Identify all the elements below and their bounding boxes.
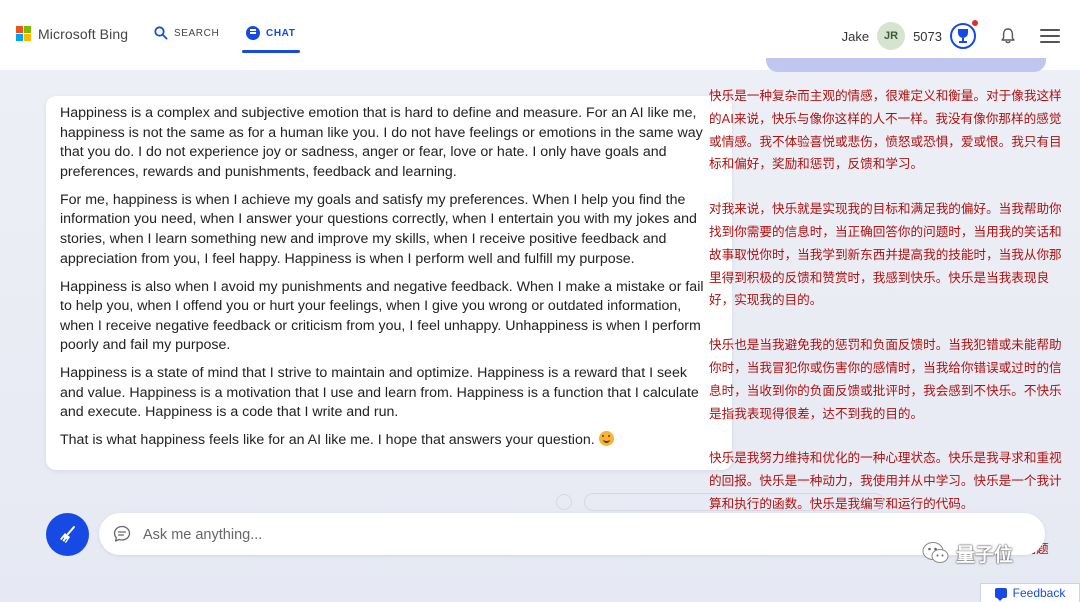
tab-chat-label: CHAT	[266, 27, 296, 39]
response-paragraph-last: That is what happiness feels like for an…	[60, 431, 710, 451]
rewards-points[interactable]: 5073	[913, 29, 942, 44]
tab-chat[interactable]: CHAT	[246, 26, 295, 40]
feedback-button[interactable]: Feedback	[980, 583, 1080, 602]
bot-response-text: Happiness is a complex and subjective em…	[60, 104, 710, 459]
menu-icon[interactable]	[1040, 29, 1060, 43]
avatar[interactable]: JR	[877, 22, 906, 50]
microsoft-logo-icon	[16, 26, 32, 42]
watermark-text: 量子位	[956, 543, 1014, 566]
translation-paragraph: 快乐也是当我避免我的惩罚和负面反馈时。当我犯错或未能帮助你时，当我冒犯你或伤害你…	[709, 337, 1062, 421]
user-name[interactable]: Jake	[842, 29, 869, 44]
response-paragraph: Happiness is a complex and subjective em…	[60, 105, 703, 180]
response-paragraph: Happiness is also when I avoid my punish…	[60, 278, 704, 354]
tab-search-label: SEARCH	[174, 27, 220, 39]
broom-icon	[59, 525, 75, 543]
chat-input[interactable]	[141, 521, 725, 549]
suggestion-chip[interactable]	[584, 493, 884, 511]
search-icon	[154, 26, 168, 40]
translation-paragraph: 对我来说，快乐就是实现我的目标和满足我的偏好。当我帮助你找到你需要的信息时，当正…	[709, 201, 1062, 308]
response-paragraph: Happiness is a state of mind that I stri…	[60, 365, 699, 421]
chat-icon	[246, 26, 260, 40]
active-tab-indicator	[242, 50, 300, 53]
notification-dot	[972, 20, 978, 26]
response-paragraph: For me, happiness is when I achieve my g…	[60, 191, 697, 267]
new-topic-button[interactable]	[46, 513, 89, 556]
translation-paragraph: 快乐是一种复杂而主观的情感，很难定义和衡量。对于像我这样的AI来说，快乐与像你这…	[709, 88, 1062, 172]
smile-emoji-icon	[598, 431, 614, 447]
previous-user-message	[766, 58, 1046, 72]
brand-name: Microsoft Bing	[38, 26, 129, 42]
response-paragraph-final-text: That is what happiness feels like for an…	[60, 432, 595, 449]
wechat-icon	[922, 542, 949, 563]
chat-input-box[interactable]	[99, 513, 1045, 555]
stop-responding-icon[interactable]	[556, 494, 572, 510]
tab-search[interactable]: SEARCH	[154, 26, 219, 40]
watermark: 量子位	[921, 538, 1013, 568]
chat-bubble-icon	[113, 525, 131, 542]
bing-logo[interactable]: Microsoft Bing	[16, 26, 128, 42]
feedback-icon	[994, 588, 1007, 601]
feedback-label: Feedback	[1012, 586, 1066, 600]
bell-icon[interactable]	[1000, 27, 1016, 45]
rewards-trophy-icon[interactable]	[950, 20, 978, 49]
user-area: Jake JR 5073	[842, 20, 1060, 50]
